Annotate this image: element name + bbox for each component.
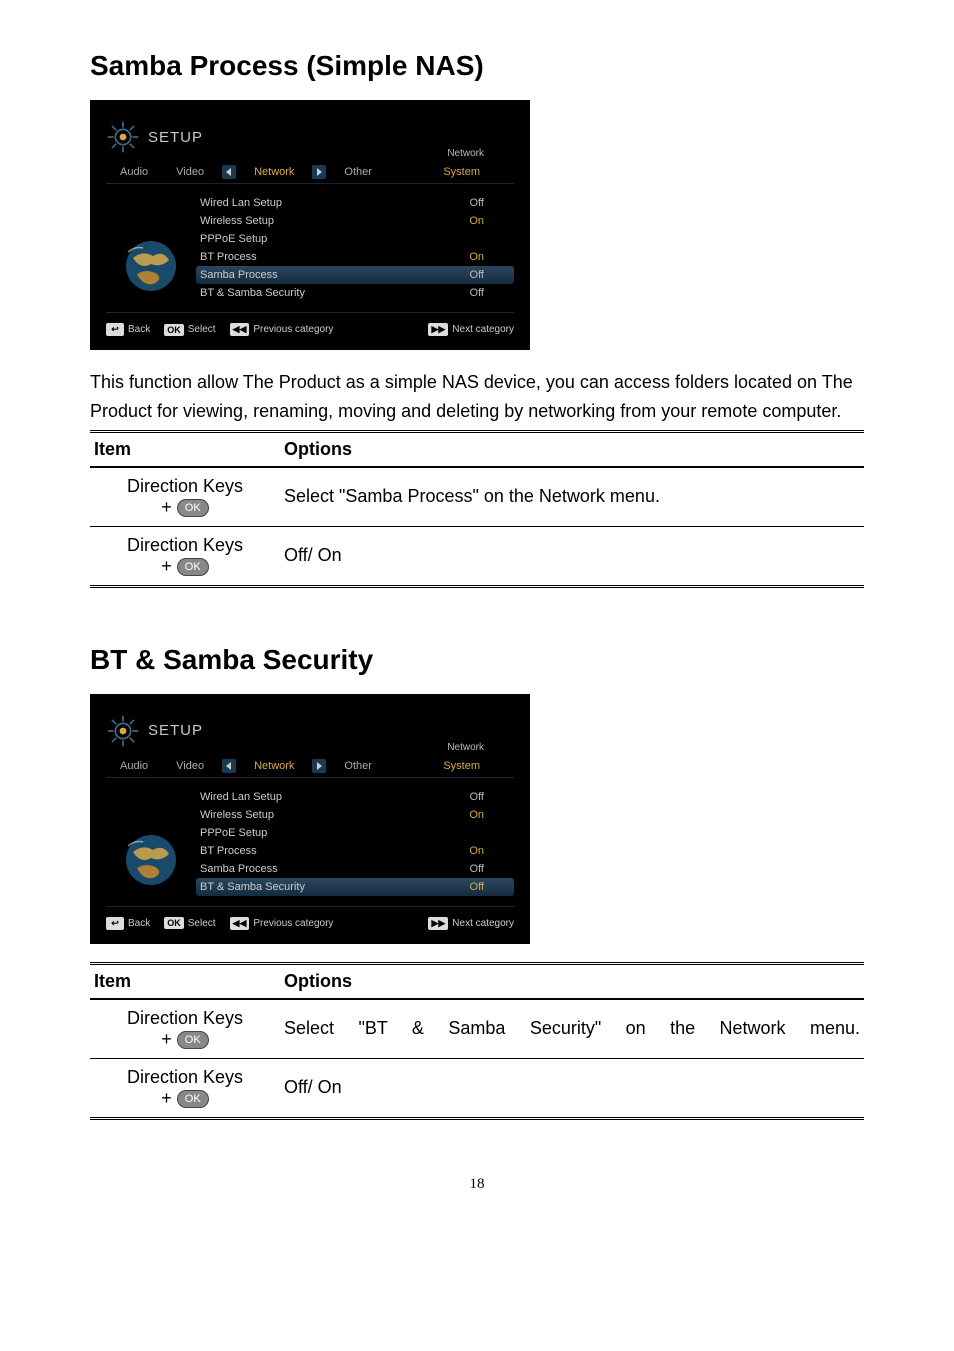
options-table: Item Options Direction Keys+ OK Select "… <box>90 430 864 588</box>
screenshot-samba-process: SETUP Network Audio Video Network Other … <box>90 100 530 350</box>
gear-icon <box>106 714 140 748</box>
menu-row[interactable]: PPPoE Setup <box>196 824 514 842</box>
tab-system[interactable]: System <box>429 164 494 180</box>
tab-network[interactable]: Network <box>240 164 308 180</box>
prev-key-icon: ◀◀ <box>230 323 250 336</box>
menu-list: Wired Lan SetupOff Wireless SetupOn PPPo… <box>196 788 514 896</box>
description: This function allow The Product as a sim… <box>90 368 864 426</box>
menu-row[interactable]: BT ProcessOn <box>196 842 514 860</box>
tab-row: Audio Video Network Other System <box>106 164 514 184</box>
tab-network[interactable]: Network <box>240 758 308 774</box>
menu-row[interactable]: BT & Samba SecurityOff <box>196 284 514 302</box>
menu-row[interactable]: Samba ProcessOff <box>196 860 514 878</box>
arrow-left-icon[interactable] <box>222 759 236 773</box>
menu-row[interactable]: Wireless SetupOn <box>196 212 514 230</box>
gear-icon <box>106 120 140 154</box>
hint-row: ↩Back OKSelect ◀◀Previous category ▶▶Nex… <box>106 323 514 336</box>
th-options: Options <box>280 963 864 999</box>
ok-badge: OK <box>177 1031 209 1049</box>
globe-icon <box>106 788 196 896</box>
menu-row[interactable]: BT ProcessOn <box>196 248 514 266</box>
arrow-right-icon[interactable] <box>312 165 326 179</box>
arrow-right-icon[interactable] <box>312 759 326 773</box>
table-row: Direction Keys+ OK Select "BT & Samba Se… <box>90 999 864 1059</box>
globe-icon <box>106 194 196 302</box>
tab-other[interactable]: Other <box>330 164 386 180</box>
page-number: 18 <box>90 1176 864 1193</box>
section-heading: Samba Process (Simple NAS) <box>90 50 864 82</box>
next-key-icon: ▶▶ <box>428 323 448 336</box>
ok-badge: OK <box>177 558 209 576</box>
next-key-icon: ▶▶ <box>428 917 448 930</box>
menu-row[interactable]: PPPoE Setup <box>196 230 514 248</box>
tab-video[interactable]: Video <box>162 164 218 180</box>
prev-key-icon: ◀◀ <box>230 917 250 930</box>
tab-audio[interactable]: Audio <box>106 758 162 774</box>
network-label: Network <box>447 148 484 159</box>
tab-audio[interactable]: Audio <box>106 164 162 180</box>
table-row: Direction Keys+ OK Off/ On <box>90 1058 864 1118</box>
th-item: Item <box>90 963 280 999</box>
menu-row[interactable]: Wired Lan SetupOff <box>196 788 514 806</box>
menu-list: Wired Lan SetupOff Wireless SetupOn PPPo… <box>196 194 514 302</box>
tab-other[interactable]: Other <box>330 758 386 774</box>
menu-row-selected[interactable]: BT & Samba SecurityOff <box>196 878 514 896</box>
back-key-icon: ↩ <box>106 323 124 336</box>
ok-key-icon: OK <box>164 917 184 929</box>
table-row: Direction Keys+ OK Select "Samba Process… <box>90 467 864 527</box>
menu-row[interactable]: Wired Lan SetupOff <box>196 194 514 212</box>
screenshot-bt-samba-security: SETUP Network Audio Video Network Other … <box>90 694 530 944</box>
tab-row: Audio Video Network Other System <box>106 758 514 778</box>
hint-row: ↩Back OKSelect ◀◀Previous category ▶▶Nex… <box>106 917 514 930</box>
table-row: Direction Keys+ OK Off/ On <box>90 526 864 586</box>
back-key-icon: ↩ <box>106 917 124 930</box>
arrow-left-icon[interactable] <box>222 165 236 179</box>
tab-video[interactable]: Video <box>162 758 218 774</box>
menu-row-selected[interactable]: Samba ProcessOff <box>196 266 514 284</box>
ok-key-icon: OK <box>164 324 184 336</box>
section-heading: BT & Samba Security <box>90 644 864 676</box>
setup-title: SETUP <box>148 722 203 739</box>
network-label: Network <box>447 742 484 753</box>
menu-row[interactable]: Wireless SetupOn <box>196 806 514 824</box>
ok-badge: OK <box>177 499 209 517</box>
tab-system[interactable]: System <box>429 758 494 774</box>
ok-badge: OK <box>177 1090 209 1108</box>
th-item: Item <box>90 431 280 467</box>
setup-title: SETUP <box>148 129 203 146</box>
th-options: Options <box>280 431 864 467</box>
options-table: Item Options Direction Keys+ OK Select "… <box>90 962 864 1120</box>
